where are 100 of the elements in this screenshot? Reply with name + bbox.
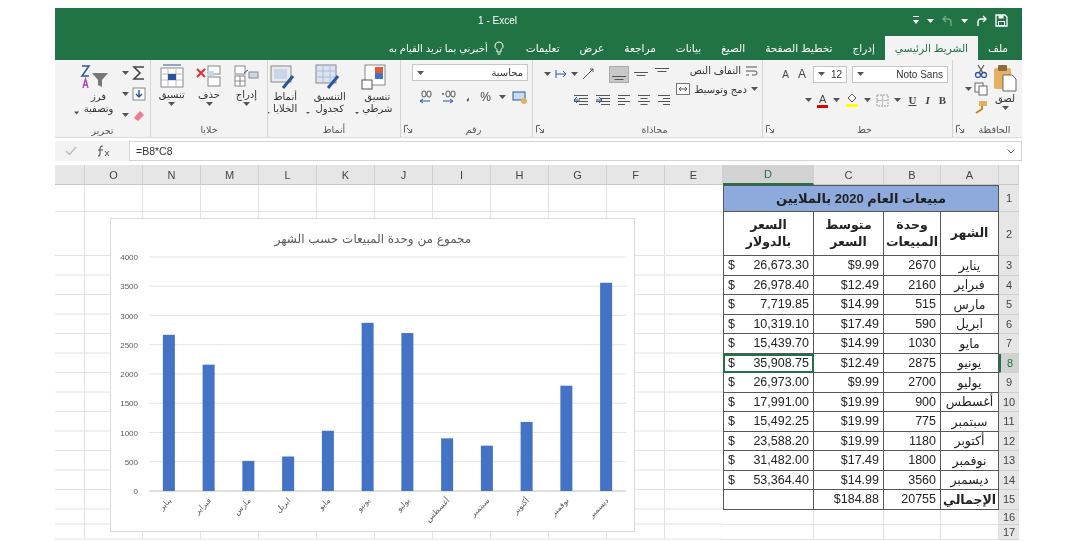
redo-icon[interactable] [975, 14, 988, 27]
column-header[interactable]: N [143, 165, 201, 185]
ribbon-tab[interactable]: بيانات [665, 36, 712, 60]
caret-icon[interactable] [354, 111, 359, 115]
ribbon-tab[interactable]: تخطيط الصفحة [755, 36, 843, 60]
caret-icon[interactable] [965, 87, 972, 91]
row-header[interactable]: 5 [999, 295, 1019, 315]
increase-font-size-button[interactable]: A [796, 65, 808, 83]
decrease-font-size-button[interactable]: A [780, 65, 791, 83]
caret-icon[interactable] [544, 72, 551, 76]
expand-icon[interactable] [1007, 148, 1015, 154]
column-header[interactable]: L [259, 165, 317, 185]
caret-icon[interactable] [499, 95, 506, 99]
merge-center-button[interactable]: دمج وتوسيط [676, 83, 758, 95]
fill-color-icon[interactable] [845, 92, 860, 108]
fill-down-icon[interactable] [132, 87, 146, 101]
column-header[interactable]: B [884, 165, 941, 185]
ribbon-tab[interactable]: الشريط الرئيسي [884, 36, 978, 60]
caret-icon[interactable] [927, 18, 934, 23]
column-header[interactable]: A [941, 165, 999, 185]
enter-check-icon[interactable] [65, 146, 77, 156]
scissors-icon[interactable] [974, 64, 988, 78]
column-header[interactable]: C [814, 165, 884, 185]
caret-icon[interactable] [805, 98, 813, 102]
lightbulb-icon[interactable] [493, 41, 504, 55]
align-left-icon[interactable] [617, 93, 631, 107]
format-cells-button[interactable]: تنسيق [155, 64, 189, 106]
row-header[interactable]: 8 [999, 353, 1019, 373]
text-orientation-icon[interactable] [581, 67, 597, 81]
empty-cell[interactable] [723, 490, 814, 510]
font-name-field[interactable]: Noto Sans [852, 65, 948, 83]
dialog-launcher-icon[interactable] [536, 125, 544, 133]
ribbon-tab[interactable]: تعليمات [515, 36, 570, 60]
row-header[interactable]: 4 [999, 275, 1019, 295]
dialog-launcher-icon[interactable] [766, 125, 774, 133]
ribbon-tab[interactable]: ملف [978, 36, 1018, 60]
caret-icon[interactable] [122, 71, 129, 75]
font-color-button[interactable]: A [817, 92, 829, 108]
row-header[interactable]: 13 [999, 451, 1019, 471]
caret-icon[interactable] [122, 113, 129, 117]
caret-icon[interactable] [857, 72, 864, 76]
cell-styles-button[interactable]: أنماط الخلايا [268, 64, 301, 115]
align-center-icon[interactable] [637, 93, 651, 107]
caret-icon[interactable] [751, 87, 758, 91]
save-icon[interactable] [995, 14, 1008, 27]
column-header[interactable]: M [201, 165, 259, 185]
caret-icon[interactable] [571, 72, 578, 76]
column-header[interactable]: H [491, 165, 549, 185]
increase-indent-icon[interactable] [595, 93, 611, 107]
ribbon-tab[interactable]: عرض [569, 36, 615, 60]
ribbon-tab[interactable]: الصيغ [711, 36, 756, 60]
customize-toolbar-icon[interactable] [912, 16, 920, 25]
text-direction-icon[interactable] [554, 68, 568, 80]
number-format-field[interactable]: محاسبة [412, 64, 528, 81]
insert-function-icon[interactable] [95, 145, 111, 157]
font-size-field[interactable]: 12 [813, 65, 847, 83]
format-as-table-button[interactable]: التنسيق كجدول [304, 64, 349, 115]
ribbon-tab[interactable]: مراجعة [614, 36, 666, 60]
column-header[interactable]: G [549, 165, 607, 185]
currency-icon[interactable] [512, 90, 528, 104]
wrap-text-button[interactable]: التفاف النص [689, 64, 758, 77]
row-header[interactable]: 3 [999, 256, 1019, 276]
insert-cells-button[interactable]: إدراج [229, 64, 263, 106]
bottom-align-button[interactable] [609, 65, 629, 83]
increase-decimal-icon[interactable] [440, 90, 459, 104]
row-header[interactable]: 15 [999, 490, 1019, 510]
bold-button[interactable]: B [936, 91, 948, 109]
caret-icon[interactable] [833, 98, 841, 102]
row-header[interactable]: 6 [999, 314, 1019, 334]
caret-icon[interactable] [122, 92, 129, 96]
percent-button[interactable]: % [478, 88, 493, 106]
caret-icon[interactable] [961, 18, 968, 23]
dialog-launcher-icon[interactable] [404, 125, 412, 133]
row-header[interactable]: 11 [999, 412, 1019, 432]
caret-icon[interactable] [864, 98, 872, 102]
delete-cells-button[interactable]: حذف [192, 64, 226, 106]
autosum-icon[interactable] [132, 65, 146, 81]
dialog-launcher-icon[interactable] [956, 125, 964, 133]
caret-icon[interactable] [74, 111, 80, 115]
row-header[interactable]: 2 [999, 212, 1019, 256]
caret-icon[interactable] [1001, 106, 1009, 110]
caret-icon[interactable] [818, 72, 825, 76]
column-header[interactable]: F [607, 165, 665, 185]
row-header[interactable]: 10 [999, 392, 1019, 412]
caret-icon[interactable] [417, 70, 424, 75]
column-header[interactable]: J [375, 165, 433, 185]
caret-icon[interactable] [894, 98, 902, 102]
comma-style-button[interactable]: ، [464, 88, 473, 106]
caret-icon[interactable] [205, 102, 213, 106]
clipboard-icon[interactable] [993, 64, 1017, 92]
paste-button[interactable]: لصق [992, 64, 1018, 110]
row-header[interactable]: 14 [999, 470, 1019, 490]
caret-icon[interactable] [242, 102, 250, 106]
align-right-icon[interactable] [657, 93, 671, 107]
decrease-indent-icon[interactable] [573, 93, 589, 107]
column-header[interactable]: D [723, 165, 814, 185]
sort-filter-button[interactable]: فرز وتصفية [72, 64, 118, 115]
row-header[interactable]: 9 [999, 373, 1019, 393]
underline-button[interactable]: U [906, 91, 919, 109]
row-header[interactable]: 12 [999, 431, 1019, 451]
